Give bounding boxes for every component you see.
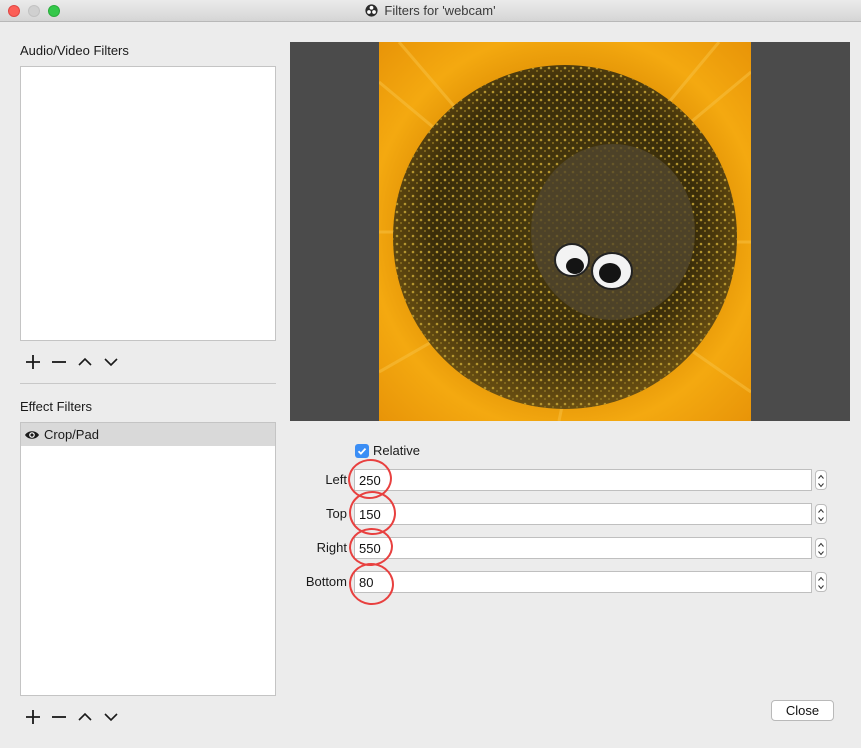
stepper-up-icon bbox=[818, 576, 824, 581]
eye-icon[interactable] bbox=[24, 429, 40, 441]
minus-icon bbox=[52, 361, 66, 363]
stepper-up-icon bbox=[818, 474, 824, 479]
move-down-audio-video-filter-button[interactable] bbox=[98, 352, 124, 372]
close-button[interactable]: Close bbox=[771, 700, 834, 721]
stepper-down-icon bbox=[818, 551, 824, 556]
plus-icon bbox=[26, 710, 40, 724]
top-stepper[interactable] bbox=[815, 504, 827, 524]
move-down-effect-filter-button[interactable] bbox=[98, 707, 124, 727]
bottom-label: Bottom bbox=[305, 574, 347, 589]
plus-icon bbox=[26, 355, 40, 369]
stepper-down-icon bbox=[818, 483, 824, 488]
right-label: Right bbox=[316, 540, 347, 555]
move-up-effect-filter-button[interactable] bbox=[72, 707, 98, 727]
bottom-input[interactable] bbox=[354, 571, 812, 593]
remove-effect-filter-button[interactable] bbox=[46, 707, 72, 727]
title-bar: Filters for 'webcam' bbox=[0, 0, 861, 22]
effect-filter-row-crop-pad[interactable]: Crop/Pad bbox=[21, 423, 275, 446]
source-preview bbox=[290, 42, 850, 421]
top-input[interactable] bbox=[354, 503, 812, 525]
add-audio-video-filter-button[interactable] bbox=[20, 352, 46, 372]
effect-filter-label: Crop/Pad bbox=[44, 427, 99, 442]
right-input[interactable] bbox=[354, 537, 812, 559]
chevron-down-icon bbox=[104, 713, 118, 722]
relative-checkbox[interactable] bbox=[355, 443, 369, 458]
webcam-preview-image bbox=[379, 42, 751, 421]
stepper-down-icon bbox=[818, 517, 824, 522]
remove-audio-video-filter-button[interactable] bbox=[46, 352, 72, 372]
stepper-down-icon bbox=[818, 585, 824, 590]
bottom-stepper[interactable] bbox=[815, 572, 827, 592]
checkmark-icon bbox=[357, 447, 367, 455]
top-label: Top bbox=[326, 506, 347, 521]
left-stepper[interactable] bbox=[815, 470, 827, 490]
left-input[interactable] bbox=[354, 469, 812, 491]
audio-video-filters-label: Audio/Video Filters bbox=[20, 43, 129, 58]
effect-filters-label: Effect Filters bbox=[20, 399, 93, 414]
right-stepper[interactable] bbox=[815, 538, 827, 558]
section-divider bbox=[20, 383, 276, 384]
effect-filters-list[interactable]: Crop/Pad bbox=[20, 422, 276, 696]
relative-label: Relative bbox=[373, 443, 420, 458]
chevron-down-icon bbox=[104, 358, 118, 367]
move-up-audio-video-filter-button[interactable] bbox=[72, 352, 98, 372]
stepper-up-icon bbox=[818, 542, 824, 547]
left-label: Left bbox=[325, 472, 347, 487]
chevron-up-icon bbox=[78, 357, 92, 366]
audio-video-toolbar bbox=[20, 352, 124, 372]
relative-checkbox-row[interactable]: Relative bbox=[355, 443, 420, 458]
add-effect-filter-button[interactable] bbox=[20, 707, 46, 727]
audio-video-filters-list[interactable] bbox=[20, 66, 276, 341]
obs-logo-icon bbox=[365, 4, 379, 17]
minus-icon bbox=[52, 716, 66, 718]
chevron-up-icon bbox=[78, 712, 92, 721]
effect-toolbar bbox=[20, 707, 124, 727]
window-title: Filters for 'webcam' bbox=[384, 3, 496, 18]
stepper-up-icon bbox=[818, 508, 824, 513]
window-title-wrap: Filters for 'webcam' bbox=[0, 3, 861, 18]
